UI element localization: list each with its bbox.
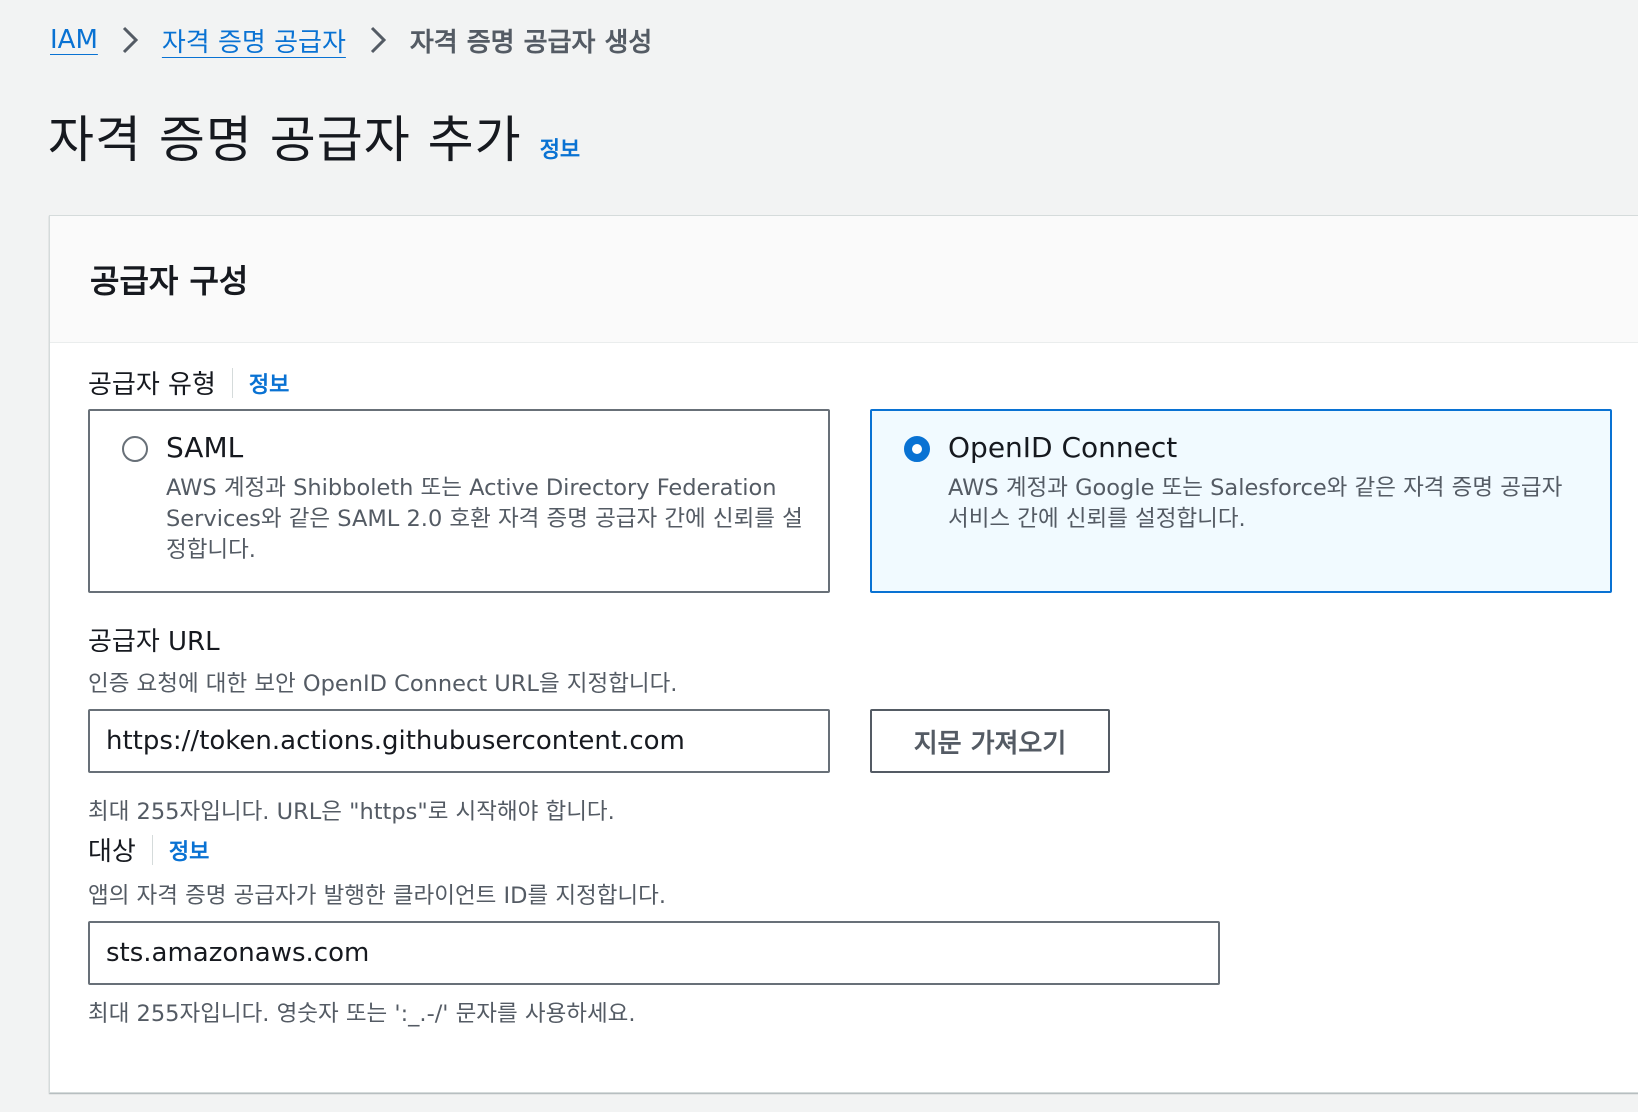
- provider-url-description: 인증 요청에 대한 보안 OpenID Connect URL을 지정합니다.: [88, 671, 678, 697]
- saml-radio[interactable]: [122, 436, 148, 462]
- saml-description-line: AWS 계정과 Shibboleth 또는 Active Directory F…: [166, 475, 777, 501]
- audience-info-link[interactable]: 정보: [169, 834, 209, 866]
- audience-label: 대상: [88, 837, 136, 867]
- saml-option-title: SAML: [166, 431, 244, 464]
- chevron-right-icon: [346, 26, 410, 54]
- provider-url-hint: 최대 255자입니다. URL은 "https"로 시작해야 합니다.: [88, 799, 615, 825]
- saml-option-tile[interactable]: SAML AWS 계정과 Shibboleth 또는 Active Direct…: [88, 409, 830, 593]
- openid-connect-option-description: AWS 계정과 Google 또는 Salesforce와 같은 자격 증명 공…: [948, 473, 1562, 535]
- breadcrumb: IAM 자격 증명 공급자 자격 증명 공급자 생성: [50, 18, 652, 62]
- provider-type-label-row: 공급자 유형 정보: [88, 364, 289, 401]
- openid-connect-option-title: OpenID Connect: [948, 431, 1178, 464]
- page-header: 자격 증명 공급자 추가 정보: [48, 100, 580, 172]
- provider-url-label: 공급자 URL: [88, 627, 220, 657]
- breadcrumb-current: 자격 증명 공급자 생성: [409, 27, 653, 58]
- provider-url-input[interactable]: [88, 709, 830, 773]
- provider-type-label: 공급자 유형: [88, 370, 216, 400]
- audience-hint: 최대 255자입니다. 영숫자 또는 ':_.-/' 문자를 사용하세요.: [88, 1001, 636, 1027]
- audience-label-row: 대상 정보: [88, 831, 209, 868]
- provider-url-label-row: 공급자 URL: [88, 621, 220, 658]
- openid-description-line: AWS 계정과 Google 또는 Salesforce와 같은 자격 증명 공…: [948, 475, 1563, 501]
- openid-description-line: 서비스 간에 신뢰를 설정합니다.: [948, 506, 1246, 532]
- page-title: 자격 증명 공급자 추가: [48, 111, 522, 169]
- openid-connect-radio[interactable]: [904, 436, 930, 462]
- panel-title: 공급자 구성: [90, 262, 249, 300]
- saml-description-line: Services와 같은 SAML 2.0 호환 자격 증명 공급자 간에 신뢰…: [166, 506, 803, 532]
- chevron-right-icon: [98, 26, 162, 54]
- get-thumbprint-button[interactable]: 지문 가져오기: [870, 709, 1110, 773]
- saml-option-description: AWS 계정과 Shibboleth 또는 Active Directory F…: [166, 473, 803, 566]
- page-info-link[interactable]: 정보: [540, 132, 580, 164]
- panel-header: 공급자 구성: [50, 216, 1638, 343]
- provider-type-info-link[interactable]: 정보: [249, 367, 289, 399]
- provider-config-panel: 공급자 구성 공급자 유형 정보 SAML AWS 계정과 Shibboleth…: [49, 215, 1638, 1093]
- breadcrumb-iam-link[interactable]: IAM: [50, 25, 98, 55]
- openid-connect-option-tile[interactable]: OpenID Connect AWS 계정과 Google 또는 Salesfo…: [870, 409, 1612, 593]
- audience-input[interactable]: [88, 921, 1220, 985]
- label-divider: [151, 834, 153, 865]
- saml-description-line: 정합니다.: [166, 537, 256, 563]
- audience-description: 앱의 자격 증명 공급자가 발행한 클라이언트 ID를 지정합니다.: [88, 883, 666, 909]
- label-divider: [231, 367, 233, 398]
- breadcrumb-identity-providers-link[interactable]: 자격 증명 공급자: [162, 22, 346, 59]
